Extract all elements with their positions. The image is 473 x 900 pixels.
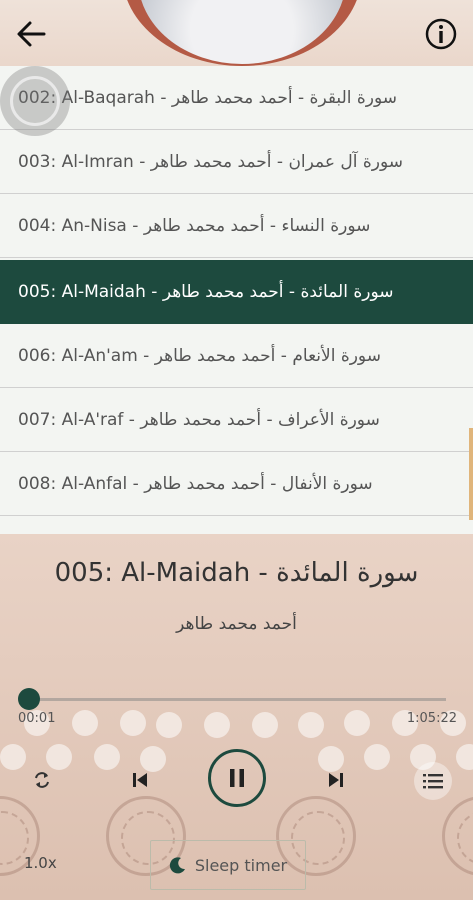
pause-icon <box>230 769 244 787</box>
next-button[interactable] <box>318 762 354 798</box>
surah-arabic-name: سورة الأنفال <box>281 473 373 494</box>
scrollbar-thumb[interactable] <box>469 428 473 520</box>
playlist-button[interactable] <box>414 762 452 800</box>
reciter-name: أحمد محمد طاهر <box>143 215 265 236</box>
surah-number: 005 <box>18 282 51 302</box>
surah-arabic-name: سورة المائدة <box>300 282 394 302</box>
total-time: 1:05:22 <box>406 711 457 726</box>
info-circle-icon <box>425 18 457 50</box>
surah-number: 008 <box>18 473 51 494</box>
playback-speed-button[interactable]: 1.0x <box>24 854 57 872</box>
reciter-name: أحمد محمد طاهر <box>150 151 272 172</box>
surah-number: 003 <box>18 151 51 172</box>
surah-arabic-name: سورة النساء <box>281 215 371 236</box>
surah-list[interactable]: 002: Al-Baqarah - أحمد محمد طاهر - سورة … <box>0 66 473 534</box>
playlist-icon <box>423 774 443 789</box>
seek-bar[interactable] <box>18 688 446 710</box>
sleep-timer-button[interactable]: Sleep timer <box>150 840 306 890</box>
list-item[interactable]: 006: Al-An'am - أحمد محمد طاهر - سورة ال… <box>0 324 473 388</box>
list-item[interactable]: 002: Al-Baqarah - أحمد محمد طاهر - سورة … <box>0 66 473 130</box>
surah-arabic-name: سورة البقرة <box>309 87 398 108</box>
pause-button[interactable] <box>208 749 266 807</box>
current-time: 00:01 <box>18 711 56 726</box>
touch-ripple <box>0 66 70 136</box>
quran-emblem-icon <box>442 796 473 876</box>
seek-bar-thumb[interactable] <box>18 688 41 710</box>
back-button[interactable] <box>14 16 52 52</box>
moon-icon <box>169 857 185 874</box>
player-panel: 005: Al-Maidah - سورة المائدة أحمد محمد … <box>0 534 473 900</box>
list-item[interactable]: 008: Al-Anfal - أحمد محمد طاهر - سورة ال… <box>0 452 473 516</box>
surah-number: 006 <box>18 345 51 366</box>
reciter-name: أحمد محمد طاهر <box>140 409 262 430</box>
info-button[interactable] <box>423 16 459 52</box>
repeat-icon <box>35 772 49 788</box>
now-playing-title: 005: Al-Maidah - سورة المائدة <box>54 558 419 588</box>
surah-number: 007 <box>18 409 51 430</box>
surah-arabic-name: سورة آل عمران <box>288 151 404 172</box>
surah-number: 004 <box>18 215 51 236</box>
reciter-name: أحمد محمد طاهر <box>162 282 284 302</box>
now-playing-reciter: أحمد محمد طاهر <box>176 614 297 634</box>
reciter-name: أحمد محمد طاهر <box>171 87 293 108</box>
arrow-left-icon <box>17 21 46 47</box>
surah-arabic-name: سورة الأعراف <box>278 409 380 430</box>
surah-name: Al-Baqarah <box>61 87 155 108</box>
app-header <box>0 0 473 66</box>
previous-button[interactable] <box>122 762 158 798</box>
skip-next-icon <box>329 773 343 787</box>
list-item[interactable]: 004: An-Nisa - أحمد محمد طاهر - سورة الن… <box>0 194 473 258</box>
reciter-name: أحمد محمد طاهر <box>144 473 265 494</box>
reciter-photo <box>122 0 362 66</box>
surah-name: Al-Maidah <box>61 282 146 302</box>
surah-name: Al-Anfal <box>61 473 128 494</box>
list-item-active[interactable]: 005: Al-Maidah - أحمد محمد طاهر - سورة ا… <box>0 260 473 324</box>
surah-arabic-name: سورة الأنعام <box>292 345 381 366</box>
skip-previous-icon <box>133 773 147 787</box>
list-item[interactable]: 003: Al-Imran - أحمد محمد طاهر - سورة آل… <box>0 130 473 194</box>
sleep-timer-label: Sleep timer <box>194 855 288 875</box>
surah-name: Al-A'raf <box>61 409 124 430</box>
surah-name: An-Nisa <box>61 215 127 236</box>
surah-name: Al-An'am <box>61 345 138 366</box>
repeat-button[interactable] <box>24 762 60 798</box>
surah-name: Al-Imran <box>61 151 134 172</box>
list-item[interactable]: 007: Al-A'raf - أحمد محمد طاهر - سورة ال… <box>0 388 473 452</box>
reciter-name: أحمد محمد طاهر <box>154 345 276 366</box>
